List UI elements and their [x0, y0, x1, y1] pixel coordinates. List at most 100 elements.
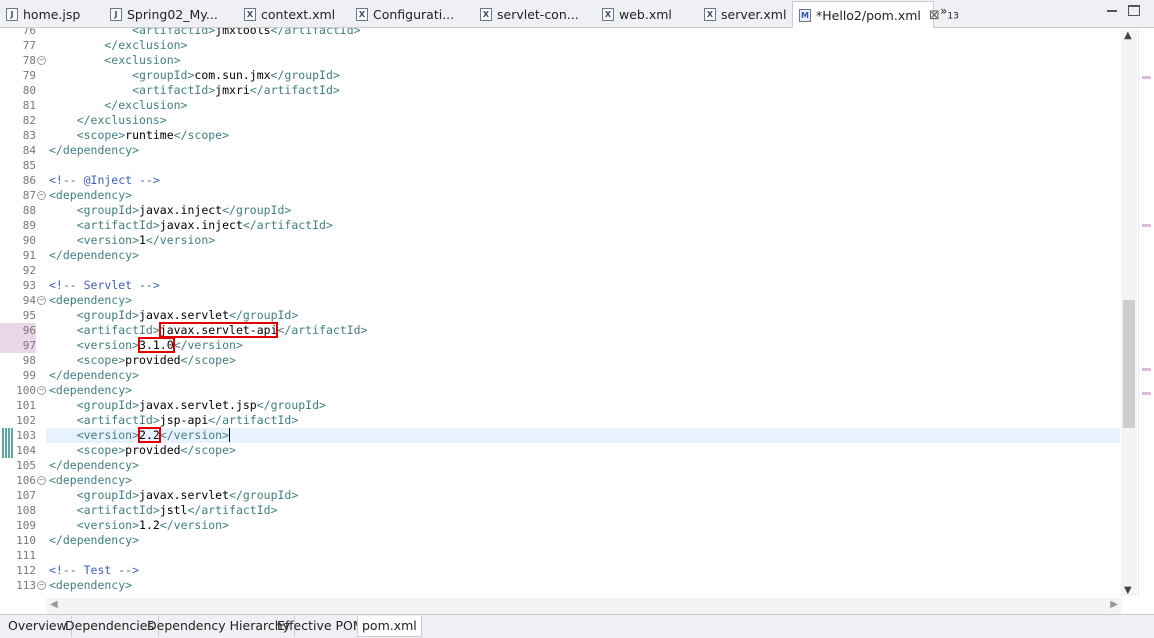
line-number: 86	[22, 174, 36, 187]
overview-ruler[interactable]	[1138, 30, 1154, 596]
editor-tab[interactable]: Xweb.xml	[596, 2, 686, 27]
code-line[interactable]: <dependency>	[49, 293, 132, 308]
code-line[interactable]: <artifactId>jmxri</artifactId>	[49, 83, 340, 98]
scrollbar-thumb[interactable]	[1123, 300, 1135, 428]
pom-page-tab[interactable]: Effective POM	[273, 616, 369, 637]
line-number: 88	[22, 204, 36, 217]
code-line[interactable]: <!-- Servlet -->	[49, 278, 160, 293]
fold-collapse-icon[interactable]: −	[37, 191, 46, 200]
xml-tag: <artifactId>	[49, 413, 160, 427]
ruler-annotation-mark[interactable]	[1142, 76, 1151, 79]
editor-tab-label: context.xml	[261, 7, 336, 22]
xml-comment: <!-- @Inject -->	[49, 173, 160, 187]
editor-tab[interactable]: J Spring02_My...	[104, 2, 226, 27]
code-line[interactable]: </exclusion>	[49, 98, 187, 113]
code-line[interactable]: </exclusion>	[49, 38, 187, 53]
xml-tag: <artifactId>	[49, 503, 160, 517]
code-line[interactable]: <artifactId>jmxtools</artifactId>	[49, 28, 361, 38]
code-line[interactable]: <groupId>javax.servlet</groupId>	[49, 488, 299, 503]
pom-page-tab[interactable]: pom.xml	[357, 616, 422, 637]
line-number: 99	[22, 369, 36, 382]
code-line[interactable]: <scope>provided</scope>	[49, 353, 236, 368]
xml-tag: <dependency>	[49, 473, 133, 487]
code-line[interactable]: <artifactId>jstl</artifactId>	[49, 503, 278, 518]
ruler-annotation-mark[interactable]	[1142, 392, 1151, 395]
xml-text: javax.servlet	[139, 488, 230, 502]
code-line[interactable]: </dependency>	[49, 248, 139, 263]
line-number: 109	[16, 519, 36, 532]
code-line[interactable]: <groupId>javax.inject</groupId>	[49, 203, 292, 218]
scroll-right-icon[interactable]: ▶	[1110, 599, 1118, 610]
code-line[interactable]: <scope>provided</scope>	[49, 443, 236, 458]
ruler-annotation-mark[interactable]	[1142, 368, 1151, 371]
code-line[interactable]: <groupId>javax.servlet.jsp</groupId>	[49, 398, 326, 413]
xml-tag: </scope>	[173, 128, 230, 142]
code-line[interactable]: <groupId>javax.servlet</groupId>	[49, 308, 299, 323]
xml-tag: <artifactId>	[49, 28, 216, 37]
editor-tab[interactable]: Xserver.xml	[698, 2, 786, 27]
code-line[interactable]: </dependency>	[49, 143, 139, 158]
xml-tag: <dependency>	[49, 383, 133, 397]
maximize-icon[interactable]	[1128, 5, 1140, 16]
xml-text: javax.inject	[139, 203, 223, 217]
code-line[interactable]: </exclusions>	[49, 113, 167, 128]
close-tab-icon[interactable]: ⊠	[929, 8, 940, 23]
code-line[interactable]: <version>1</version>	[49, 233, 216, 248]
xml-tag: </artifactId>	[270, 28, 361, 37]
code-line[interactable]: <groupId>com.sun.jmx</groupId>	[49, 68, 340, 83]
horizontal-scrollbar[interactable]: ◀ ▶	[46, 598, 1122, 614]
code-line[interactable]: <version>3.1.0</version>	[49, 337, 243, 353]
code-line[interactable]: <scope>runtime</scope>	[49, 128, 229, 143]
editor-tab-bar: Jhome.jsp J Spring02_My... Xcontext.xml X Con…	[0, 0, 1154, 29]
xml-file-icon: X	[602, 8, 614, 21]
code-line[interactable]: <artifactId>javax.servlet-api</artifactI…	[49, 322, 368, 338]
line-number: 113	[16, 579, 36, 592]
ruler-annotation-mark[interactable]	[1142, 224, 1151, 227]
code-line[interactable]: <version>2.2</version>	[49, 427, 231, 443]
xml-tag: </version>	[159, 428, 231, 442]
fold-collapse-icon[interactable]: −	[37, 56, 46, 65]
xml-tag: <dependency>	[49, 578, 133, 592]
xml-source-editor[interactable]: 76 <artifactId>jmxtools</artifactId> 77 <…	[0, 28, 1154, 598]
editor-tab[interactable]: X Configurati...	[350, 2, 462, 27]
xml-tag: <dependency>	[49, 188, 133, 202]
line-number: 101	[16, 399, 36, 412]
editor-tab[interactable]: Xcontext.xml	[238, 2, 338, 27]
scroll-up-icon[interactable]: ▲	[1124, 30, 1132, 41]
code-line[interactable]: </dependency>	[49, 368, 139, 383]
code-line[interactable]: <dependency>	[49, 188, 132, 203]
editor-tab[interactable]: Xservlet-con...	[474, 2, 584, 27]
editor-tab[interactable]: Jhome.jsp	[0, 2, 96, 27]
tab-overflow-button[interactable]: »13	[940, 4, 959, 21]
code-line[interactable]: <!-- @Inject -->	[49, 173, 160, 188]
code-line[interactable]: <!-- Test -->	[49, 563, 139, 578]
scroll-down-icon[interactable]: ▼	[1124, 585, 1132, 596]
xml-comment: <!-- Servlet -->	[49, 278, 160, 292]
line-number: 111	[16, 549, 36, 562]
fold-collapse-icon[interactable]: −	[37, 296, 46, 305]
xml-tag: <scope>	[49, 443, 126, 457]
line-number: 103	[16, 429, 36, 442]
code-line[interactable]: <version>1.2</version>	[49, 518, 229, 533]
xml-text: javax.servlet.jsp	[139, 398, 257, 412]
code-line[interactable]: <artifactId>javax.inject</artifactId>	[49, 218, 333, 233]
editor-tab[interactable]: M *Hello2/pom.xml ⊠	[792, 1, 940, 29]
code-line[interactable]: <dependency>	[49, 473, 132, 488]
code-line[interactable]: <artifactId>jsp-api</artifactId>	[49, 413, 299, 428]
fold-collapse-icon[interactable]: −	[37, 581, 46, 590]
code-line[interactable]: <dependency>	[49, 578, 132, 593]
vertical-scrollbar[interactable]: ▲ ▼	[1121, 30, 1137, 596]
code-line[interactable]: </dependency>	[49, 458, 139, 473]
code-line[interactable]: </dependency>	[49, 533, 139, 548]
minimize-icon[interactable]	[1106, 5, 1118, 16]
fold-collapse-icon[interactable]: −	[37, 476, 46, 485]
xml-tag: </artifactId>	[187, 503, 278, 517]
fold-collapse-icon[interactable]: −	[37, 386, 46, 395]
highlighted-value: 3.1.0	[138, 337, 175, 353]
xml-tag: </artifactId>	[277, 323, 368, 337]
editor-tab-label: servlet-con...	[497, 7, 579, 22]
code-line[interactable]: <exclusion>	[49, 53, 180, 68]
xml-tag: <groupId>	[49, 203, 140, 217]
code-line[interactable]: <dependency>	[49, 383, 132, 398]
scroll-left-icon[interactable]: ◀	[50, 599, 58, 610]
